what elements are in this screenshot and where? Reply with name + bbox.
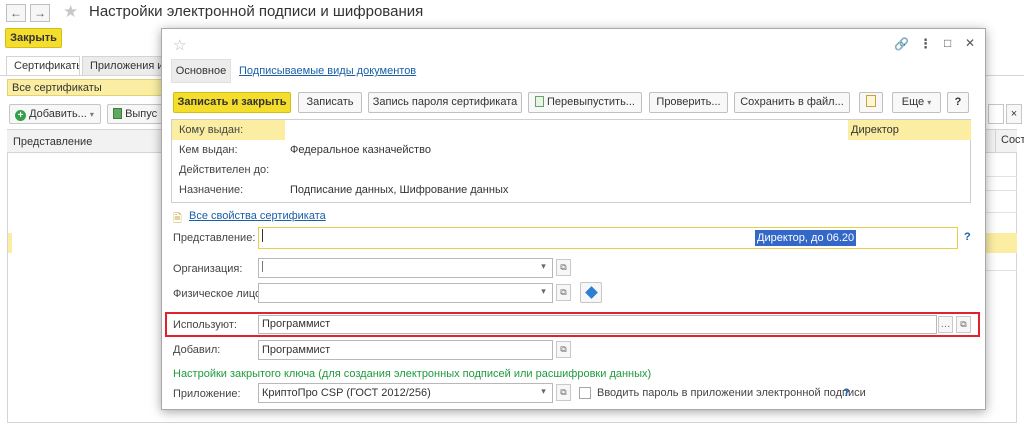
text-cursor [262,229,263,242]
dialog-tab-document-types[interactable]: Подписываемые виды документов [239,65,416,77]
added-by-open-icon[interactable]: ⧉ [556,341,571,358]
person-dropdown-icon[interactable]: ▾ [536,284,551,301]
table-row-line [985,212,1017,213]
private-key-section-header: Настройки закрытого ключа (для создания … [173,368,652,380]
users-select-button[interactable]: … [938,316,953,333]
users-open-icon[interactable]: ⧉ [956,316,971,333]
reissue-document-icon [535,96,544,107]
purpose-label: Назначение: [179,184,244,196]
back-arrow-icon: ← [10,6,22,20]
search-clear-button[interactable]: × [1006,104,1022,124]
window-title: Настройки электронной подписи и шифрован… [89,3,424,20]
tab-certificates[interactable]: Сертификаты [6,56,80,76]
document-list-icon [866,95,876,107]
added-by-input[interactable]: Программист [258,340,553,360]
column-status[interactable]: Сост [1001,134,1024,146]
table-row-selected-marker [8,233,12,253]
more-dropdown-icon: ▾ [927,98,932,107]
text-cursor [262,261,263,272]
organization-dropdown-icon[interactable]: ▾ [536,259,551,276]
document-list-button[interactable] [859,92,883,113]
application-select[interactable]: КриптоПро CSP (ГОСТ 2012/256) [258,383,553,403]
added-by-label: Добавил: [173,344,221,356]
presentation-selected-text: Директор, до 06.20 [755,230,857,246]
add-button-label: Добавить... [29,108,87,120]
certificate-dialog: ☆ 🔗 ⋮ □ ✕ Основное Подписываемые виды до… [161,28,986,410]
reissue-button[interactable]: Перевыпустить... [528,92,642,113]
person-open-icon[interactable]: ⧉ [556,284,571,301]
search-field-stub[interactable] [988,104,1004,124]
save-password-button[interactable]: Запись пароля сертификата [368,92,522,113]
organization-open-icon[interactable]: ⧉ [556,259,571,276]
table-row-line [985,270,1017,271]
application-open-icon[interactable]: ⧉ [556,384,571,401]
application-label: Приложение: [173,388,241,400]
table-row-line [985,176,1017,177]
enter-password-label[interactable]: Вводить пароль в приложении электронной … [597,387,866,399]
issued-by-label: Кем выдан: [179,144,238,156]
link-icon[interactable]: 🔗 [894,37,909,51]
presentation-help-icon[interactable]: ? [964,231,971,243]
purpose-value: Подписание данных, Шифрование данных [290,184,509,196]
favorite-star-icon[interactable]: ★ [63,2,78,22]
issue-button-label: Выпус [125,108,158,120]
added-by-value: Программист [262,344,331,356]
application-value: КриптоПро CSP (ГОСТ 2012/256) [262,387,431,399]
add-button[interactable]: + Добавить... ▾ [9,104,101,124]
close-window-button[interactable]: Закрыть [5,28,62,48]
presentation-label: Представление: [173,232,256,244]
issued-by-value: Федеральное казначейство [290,144,431,156]
save-to-file-button[interactable]: Сохранить в файл... [734,92,850,113]
tab-applications[interactable]: Приложения и т [82,56,162,76]
certificates-group-bar[interactable]: Все сертификаты [7,79,167,96]
table-row-line [985,190,1017,191]
help-button[interactable]: ? [947,92,969,113]
more-button[interactable]: Еще ▾ [892,92,941,113]
person-fill-button[interactable] [580,282,602,303]
table-row-selected[interactable] [985,233,1017,253]
dialog-favorite-star-icon[interactable]: ☆ [173,36,186,54]
close-icon[interactable]: ✕ [965,36,975,50]
maximize-icon[interactable]: □ [944,36,951,50]
issued-to-value: Директор [851,124,899,136]
organization-input[interactable] [258,258,553,278]
application-dropdown-icon[interactable]: ▾ [536,384,551,401]
enter-password-help-icon[interactable]: ? [843,387,850,399]
reissue-button-label: Перевыпустить... [547,96,635,108]
back-button[interactable]: ← [6,4,26,22]
organization-label: Организация: [173,263,243,275]
add-dropdown-icon: ▾ [89,110,94,119]
save-button[interactable]: Записать [298,92,362,113]
issue-document-icon [113,108,122,119]
column-presentation[interactable]: Представление [13,136,92,148]
save-and-close-button[interactable]: Записать и закрыть [173,92,291,113]
forward-arrow-icon: → [34,6,46,20]
clear-x-icon: × [1010,108,1018,120]
certificate-properties-icon: 🗎 [173,213,182,225]
users-input[interactable]: Программист [258,315,937,334]
dialog-tab-main[interactable]: Основное [171,59,231,83]
more-actions-icon[interactable]: ⋮ [919,36,932,52]
issue-button[interactable]: Выпус [107,104,163,124]
add-plus-icon: + [15,110,26,121]
issued-to-label: Кому выдан: [179,124,244,136]
presentation-input[interactable]: Директор, до 06.20 [258,227,958,249]
person-input[interactable] [258,283,553,303]
forward-button[interactable]: → [30,4,50,22]
valid-to-label: Действителен до: [179,164,270,176]
column-divider [995,129,996,153]
more-button-label: Еще [901,96,925,108]
users-label: Используют: [173,319,237,331]
fill-diamond-icon [585,286,598,299]
certificate-info-panel: Кому выдан: Директор Кем выдан: Федераль… [171,119,971,203]
all-properties-link[interactable]: Все свойства сертификата [189,210,326,222]
person-label: Физическое лицо: [173,288,265,300]
users-value: Программист [262,318,331,330]
enter-password-checkbox[interactable] [579,387,591,399]
check-button[interactable]: Проверить... [649,92,728,113]
